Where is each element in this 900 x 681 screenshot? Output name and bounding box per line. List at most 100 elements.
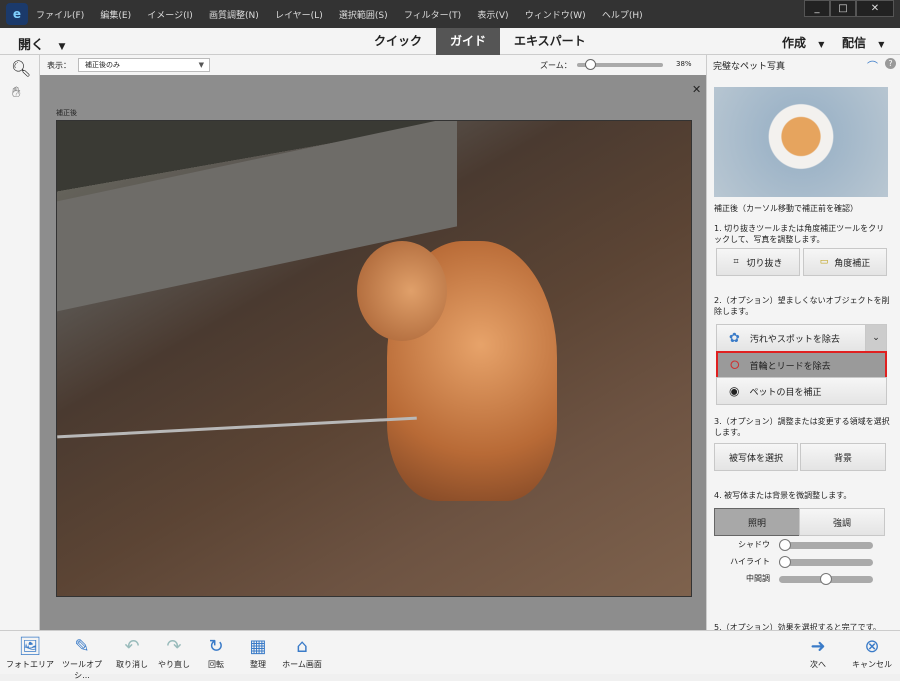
arrow-right-icon: ➜ xyxy=(810,636,826,657)
menu-enhance[interactable]: 画質調整(N) xyxy=(209,11,259,21)
photo-bin-icon: 🖼︎ xyxy=(18,636,42,657)
adjust-slider[interactable] xyxy=(779,539,873,551)
step2-text: 2.（オプション）望ましくないオブジェクトを削除します。 xyxy=(714,296,890,316)
slider-knob[interactable] xyxy=(820,573,832,585)
step3-text: 3.（オプション）調整または変更する領域を選択します。 xyxy=(714,417,890,437)
next-button[interactable]: ➜ 次へ xyxy=(792,635,844,670)
menu-edit[interactable]: 編集(E) xyxy=(100,11,131,21)
mode-bar: 開く ▼ クイック ガイド エキスパート 作成 ▼ 配信 ▼ xyxy=(0,28,900,55)
remove-collar-leash-item[interactable]: ⭘ 首輪とリードを除去 xyxy=(716,351,887,379)
spot-icon: ✿ xyxy=(729,330,740,346)
cancel-button[interactable]: ⊗ キャンセル xyxy=(846,635,898,670)
cancel-label: キャンセル xyxy=(852,660,892,669)
maximize-button[interactable]: □ xyxy=(830,0,856,17)
straighten-label: 角度補正 xyxy=(834,258,871,269)
hand-tool-icon[interactable]: ✋︎ xyxy=(12,83,21,101)
eye-label: ペットの目を補正 xyxy=(749,387,822,398)
reset-icon[interactable]: ⌒ xyxy=(867,58,878,74)
chevron-down-icon: ▼ xyxy=(198,61,204,69)
guided-panel: 完璧なペット写真 ⌒ ? 補正後（カーソル移動で補正前を確認） 1. 切り抜きツ… xyxy=(706,55,900,632)
menu-layer[interactable]: レイヤー(L) xyxy=(275,11,323,21)
photo-image[interactable] xyxy=(56,120,692,597)
minimize-button[interactable]: _ xyxy=(804,0,830,17)
chevron-down-icon: ▼ xyxy=(818,40,825,49)
menu-window[interactable]: ウィンドウ(W) xyxy=(525,11,586,21)
slider-knob[interactable] xyxy=(779,556,791,568)
help-icon[interactable]: ? xyxy=(885,58,896,69)
zoom-label: ズーム： xyxy=(540,61,572,70)
menu-file[interactable]: ファイル(F) xyxy=(36,11,84,21)
next-label: 次へ xyxy=(810,660,826,669)
background-button[interactable]: 背景 xyxy=(800,443,886,471)
app-logo-icon: e xyxy=(6,3,28,25)
options-dropdown-button[interactable]: ⌄ xyxy=(865,324,887,352)
home-label: ホーム画面 xyxy=(282,660,322,669)
home-screen-button[interactable]: ⌂ ホーム画面 xyxy=(276,635,328,670)
create-label: 作成 xyxy=(782,36,807,50)
zoom-slider[interactable] xyxy=(577,59,663,70)
tab-quick[interactable]: クイック xyxy=(360,28,436,55)
title-bar: e ファイル(F) 編集(E) イメージ(I) 画質調整(N) レイヤー(L) … xyxy=(0,0,900,28)
pet-eye-fix-item[interactable]: ◉ ペットの目を補正 xyxy=(716,377,887,405)
bottom-toolbar: 🖼︎ フォトエリア ✎ ツールオプシ... ↶ 取り消し ↷ やり直し ↻ 回転 ▦ 整理 … xyxy=(0,630,900,680)
slider-knob[interactable] xyxy=(779,539,791,551)
view-select[interactable]: 補正後のみ ▼ xyxy=(78,58,210,72)
menu-help[interactable]: ヘルプ(H) xyxy=(602,11,643,21)
adjust-slider[interactable] xyxy=(779,573,873,585)
straighten-icon: ▭ xyxy=(819,257,829,267)
menu-image[interactable]: イメージ(I) xyxy=(147,11,193,21)
select-subject-button[interactable]: 被写体を選択 xyxy=(714,443,798,471)
collar-icon: ⭘ xyxy=(730,357,740,372)
tool-options-label: ツールオプシ... xyxy=(62,660,102,680)
tool-panel: 🔍︎ ✋︎ xyxy=(0,55,40,630)
options-bar: 表示： 補正後のみ ▼ ズーム： 38% xyxy=(40,55,706,75)
view-select-value: 補正後のみ xyxy=(85,61,120,69)
preview-caption: 補正後（カーソル移動で補正前を確認） xyxy=(714,204,858,213)
crop-button[interactable]: ⌗ 切り抜き xyxy=(716,248,800,276)
share-label: 配信 xyxy=(842,36,867,50)
slider-label: 中間調 xyxy=(746,574,770,583)
cancel-icon: ⊗ xyxy=(864,636,880,657)
view-label: 表示： xyxy=(47,61,71,70)
crop-icon: ⌗ xyxy=(733,257,739,267)
collar-label: 首輪とリードを除去 xyxy=(749,361,831,372)
slider-label: ハイライト xyxy=(730,557,770,566)
zoom-slider-knob[interactable] xyxy=(584,59,596,70)
menu-bar: ファイル(F) 編集(E) イメージ(I) 画質調整(N) レイヤー(L) 選択… xyxy=(36,8,656,21)
open-button[interactable]: 開く ▼ xyxy=(18,34,65,53)
tab-guided[interactable]: ガイド xyxy=(436,28,501,55)
spot-removal-button[interactable]: ✿ 汚れやスポットを除去 xyxy=(716,324,866,352)
enhance-tab[interactable]: 強調 xyxy=(799,508,885,536)
step4-text: 4. 被写体または背景を微調整します。 xyxy=(714,491,852,500)
preview-thumbnail xyxy=(714,87,888,197)
menu-view[interactable]: 表示(V) xyxy=(477,11,508,21)
menu-filter[interactable]: フィルター(T) xyxy=(404,11,461,21)
tab-expert[interactable]: エキスパート xyxy=(500,28,600,55)
menu-select[interactable]: 選択範囲(S) xyxy=(339,11,388,21)
tool-options-button[interactable]: ✎ ツールオプシ... xyxy=(56,635,108,681)
canvas-label: 補正後 xyxy=(56,109,77,117)
chevron-down-icon: ⌄ xyxy=(872,333,880,343)
photo-bin-button[interactable]: 🖼︎ フォトエリア xyxy=(4,635,56,670)
canvas-close-icon[interactable]: ✕ xyxy=(692,83,701,96)
share-button[interactable]: 配信 ▼ xyxy=(842,34,884,51)
tool-options-icon: ✎ xyxy=(74,636,90,657)
step1-text: 1. 切り抜きツールまたは角度補正ツールをクリックして、写真を調整します。 xyxy=(714,224,885,244)
straighten-button[interactable]: ▭ 角度補正 xyxy=(803,248,887,276)
close-button[interactable]: ✕ xyxy=(856,0,894,17)
eye-icon: ◉ xyxy=(729,384,740,398)
zoom-tool-icon[interactable]: 🔍︎ xyxy=(11,59,31,78)
open-label: 開く xyxy=(18,38,45,53)
panel-title: 完璧なペット写真 xyxy=(713,62,786,72)
lighting-tab[interactable]: 照明 xyxy=(714,508,800,536)
chevron-down-icon: ▼ xyxy=(878,40,885,49)
photo-dog-head xyxy=(357,241,447,341)
zoom-value: 38% xyxy=(676,60,692,68)
home-icon: ⌂ xyxy=(296,636,308,657)
create-button[interactable]: 作成 ▼ xyxy=(782,34,824,51)
canvas-area: 補正後 ✕ xyxy=(40,75,706,630)
crop-label: 切り抜き xyxy=(746,258,783,269)
slider-label: シャドウ xyxy=(738,540,770,549)
photo-bin-label: フォトエリア xyxy=(6,660,54,669)
adjust-slider[interactable] xyxy=(779,556,873,568)
